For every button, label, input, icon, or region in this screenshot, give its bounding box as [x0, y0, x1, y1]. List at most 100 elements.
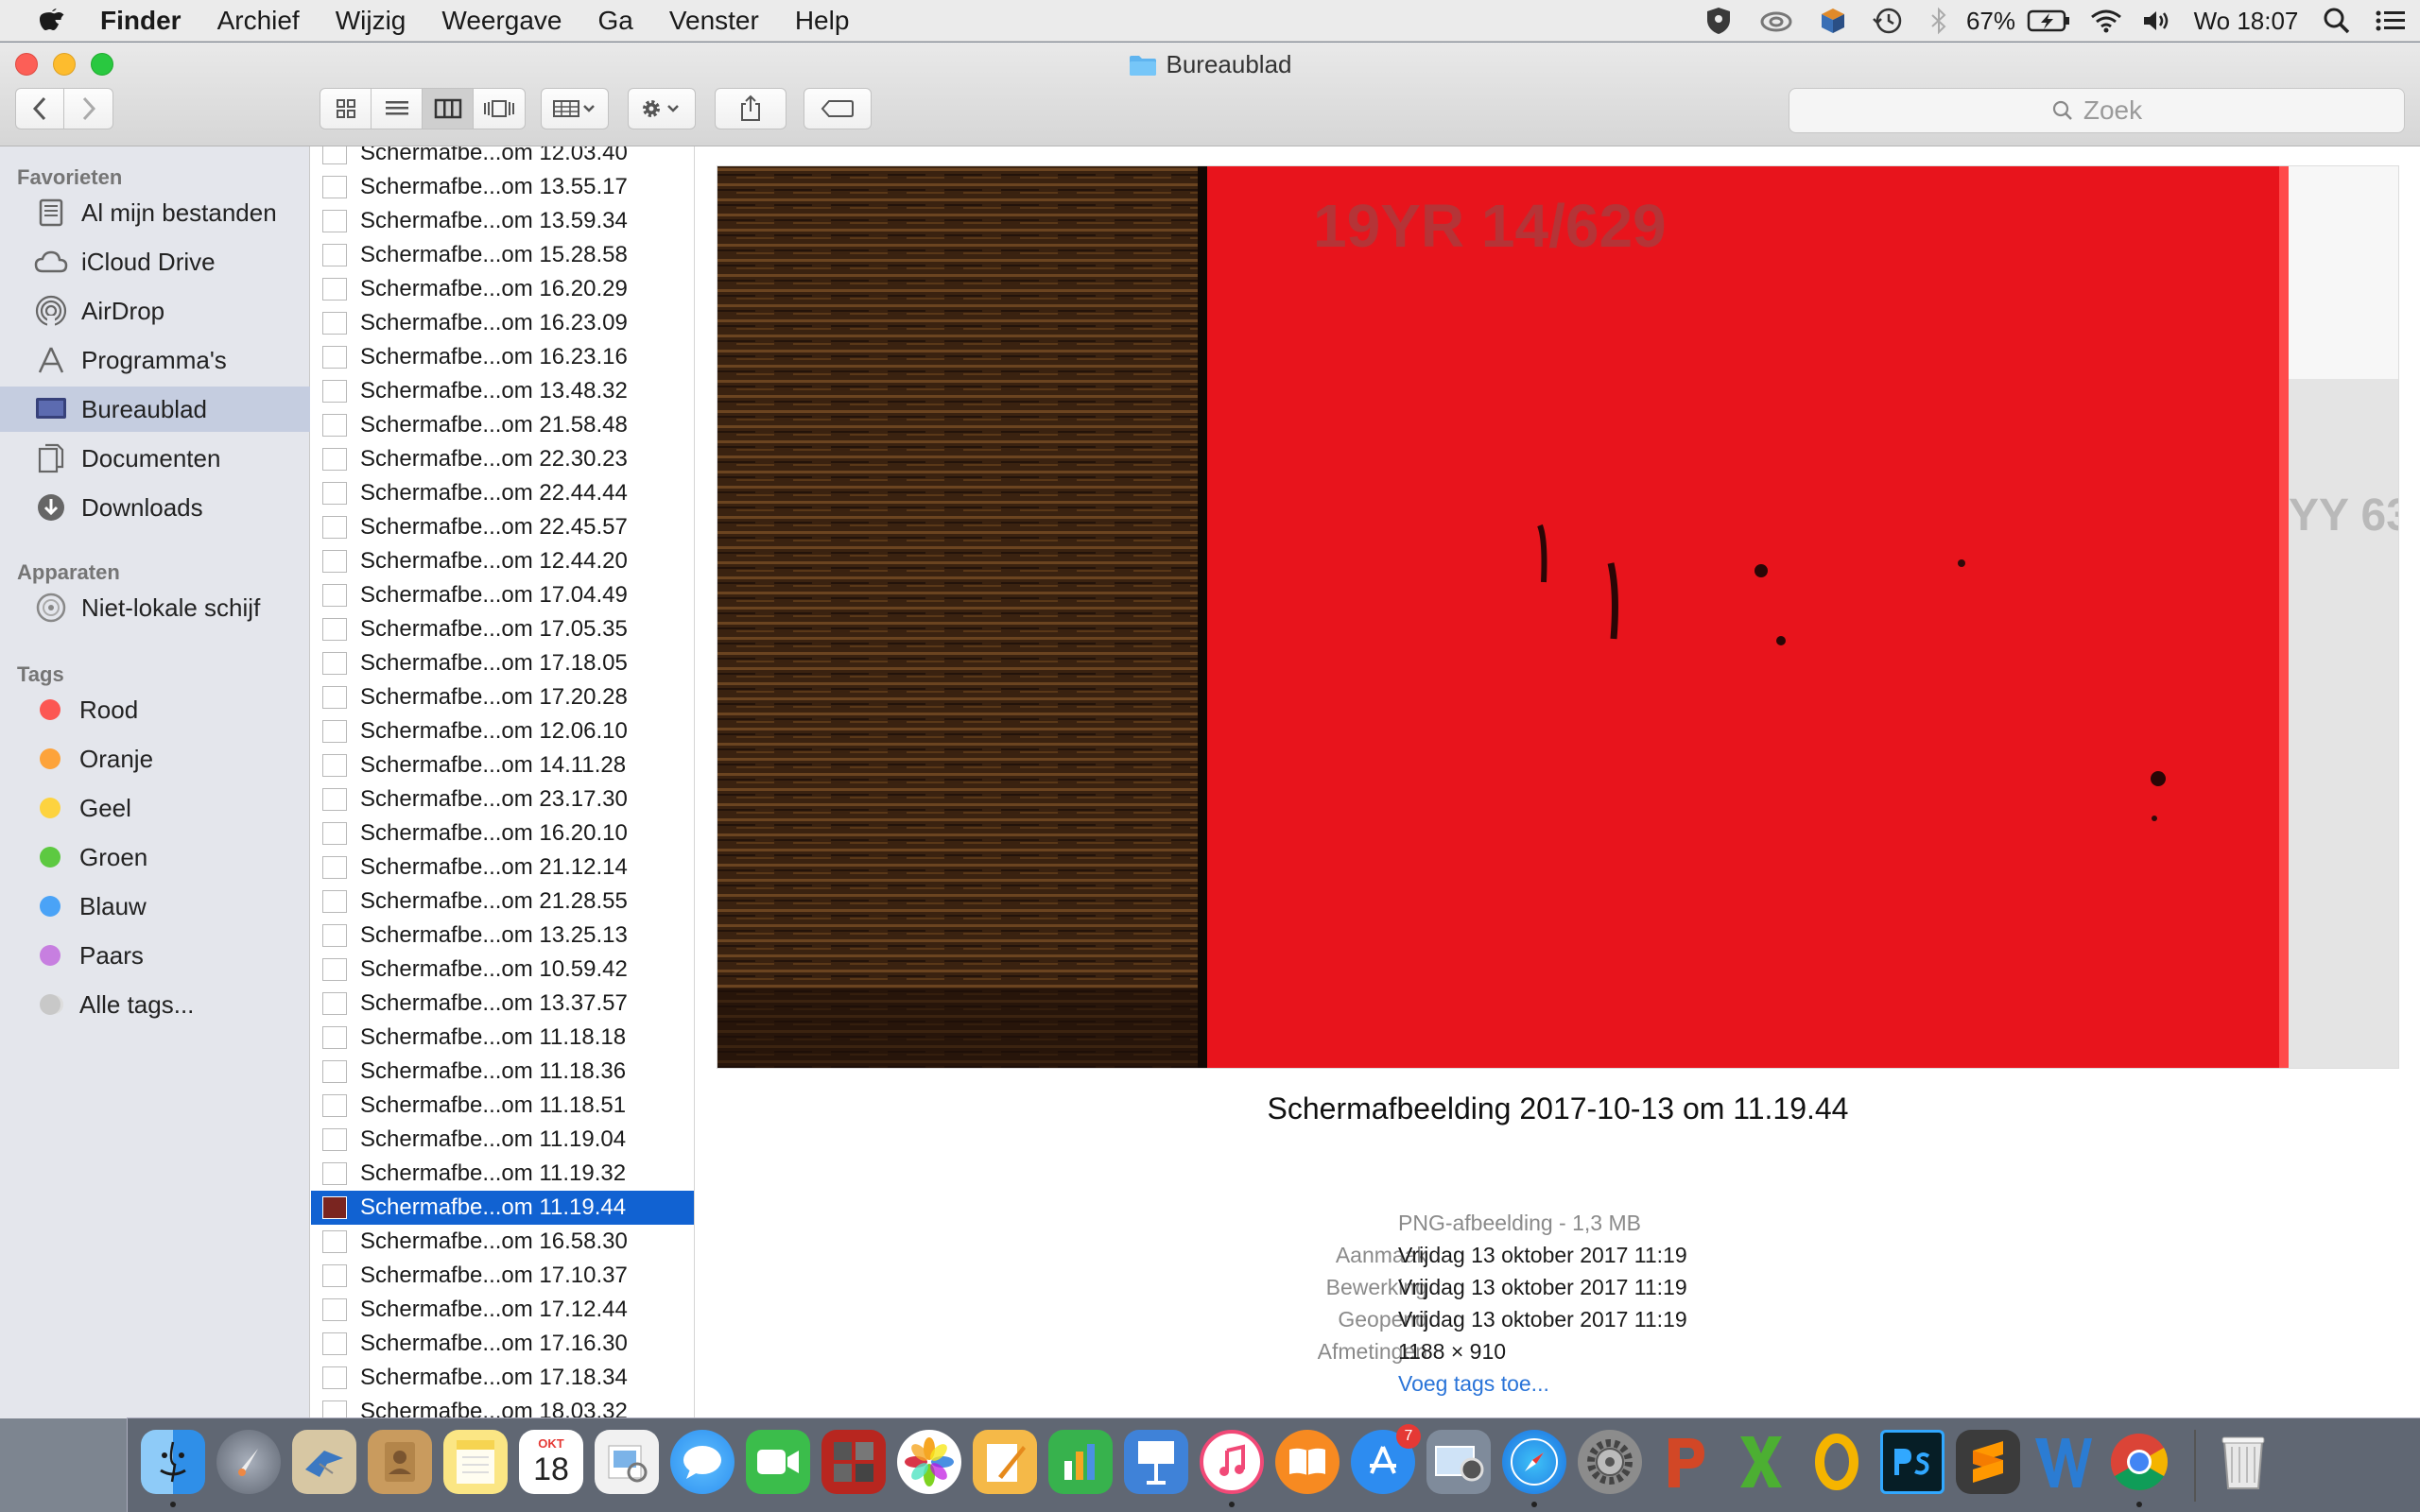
file-column[interactable]: Schermafbe...om 12.03.40 Schermafbe...om …	[311, 146, 695, 1418]
file-row[interactable]: Schermafbe...om 18.03.32	[311, 1395, 694, 1418]
file-row[interactable]: Schermafbe...om 16.20.29	[311, 272, 694, 306]
share-button[interactable]	[715, 88, 786, 129]
time-machine-icon[interactable]	[1860, 0, 1915, 42]
powerpoint-icon[interactable]	[1653, 1430, 1718, 1494]
forward-button[interactable]	[64, 89, 112, 129]
cube-app-icon[interactable]	[1806, 0, 1860, 42]
wifi-icon[interactable]	[2080, 0, 2133, 42]
coverflow-view-button[interactable]	[474, 89, 525, 129]
file-row[interactable]: Schermafbe...om 13.37.57	[311, 987, 694, 1021]
icon-view-button[interactable]	[320, 89, 372, 129]
contacts-icon[interactable]	[368, 1430, 432, 1494]
file-row[interactable]: Schermafbe...om 10.59.42	[311, 953, 694, 987]
photos-icon[interactable]	[897, 1430, 961, 1494]
menu-help[interactable]: Help	[795, 6, 850, 36]
sidebar-item-all-files[interactable]: Al mijn bestanden	[0, 190, 310, 235]
sublime-icon[interactable]	[1956, 1430, 2020, 1494]
volume-icon[interactable]	[2133, 0, 2180, 42]
menu-venster[interactable]: Venster	[669, 6, 759, 36]
sidebar-tag-green[interactable]: Groen	[0, 834, 310, 880]
sidebar-tag-red[interactable]: Rood	[0, 687, 310, 732]
launchpad-icon[interactable]	[216, 1430, 281, 1494]
file-row[interactable]: Schermafbe...om 12.44.20	[311, 544, 694, 578]
sidebar-item-applications[interactable]: Programma's	[0, 337, 310, 383]
add-tags-link[interactable]: Voeg tags toe...	[1398, 1371, 1549, 1397]
file-row[interactable]: Schermafbe...om 16.20.10	[311, 816, 694, 850]
shield-icon[interactable]	[1690, 0, 1747, 42]
file-row[interactable]: Schermafbe...om 17.04.49	[311, 578, 694, 612]
file-row[interactable]: Schermafbe...om 22.45.57	[311, 510, 694, 544]
notes-icon[interactable]	[443, 1430, 508, 1494]
file-row[interactable]: Schermafbe...om 11.18.51	[311, 1089, 694, 1123]
ibooks-icon[interactable]	[1275, 1430, 1340, 1494]
back-button[interactable]	[16, 89, 65, 129]
sidebar-item-icloud[interactable]: iCloud Drive	[0, 239, 310, 284]
menu-ga[interactable]: Ga	[598, 6, 633, 36]
calendar-icon[interactable]: OKT 18	[519, 1430, 583, 1494]
column-view-button[interactable]	[423, 89, 474, 129]
numbers-icon[interactable]	[1048, 1430, 1113, 1494]
search-field[interactable]: Zoek	[1789, 88, 2405, 133]
safari-icon[interactable]	[1502, 1430, 1566, 1494]
tags-button[interactable]	[804, 88, 872, 129]
menubar-clock[interactable]: Wo 18:07	[2180, 0, 2312, 42]
word-icon[interactable]	[2031, 1430, 2096, 1494]
file-row[interactable]: Schermafbe...om 17.10.37	[311, 1259, 694, 1293]
file-row[interactable]: Schermafbe...om 21.28.55	[311, 885, 694, 919]
file-row[interactable]: Schermafbe...om 17.16.30	[311, 1327, 694, 1361]
sidebar-item-remote-disc[interactable]: Niet-lokale schijf	[0, 585, 310, 630]
file-row[interactable]: Schermafbe...om 17.05.35	[311, 612, 694, 646]
action-button[interactable]	[628, 88, 696, 129]
facetime-icon[interactable]	[746, 1430, 810, 1494]
file-row[interactable]: Schermafbe...om 22.44.44	[311, 476, 694, 510]
file-row[interactable]: Schermafbe...om 16.23.09	[311, 306, 694, 340]
menu-weergave[interactable]: Weergave	[441, 6, 562, 36]
sidebar-item-documents[interactable]: Documenten	[0, 436, 310, 481]
trash-icon[interactable]	[2211, 1430, 2275, 1494]
excel-icon[interactable]	[1729, 1430, 1793, 1494]
image-capture-icon[interactable]	[1426, 1430, 1491, 1494]
arrange-button[interactable]	[541, 88, 609, 129]
outlook-icon[interactable]	[1805, 1430, 1869, 1494]
sidebar-tag-all[interactable]: Alle tags...	[0, 982, 310, 1027]
creative-cloud-icon[interactable]	[1747, 0, 1806, 42]
sidebar-tag-orange[interactable]: Oranje	[0, 736, 310, 782]
menu-app-name[interactable]: Finder	[100, 6, 182, 36]
messages-icon[interactable]	[670, 1430, 735, 1494]
bluetooth-icon[interactable]	[1915, 0, 1962, 42]
file-row[interactable]: Schermafbe...om 11.19.44	[311, 1191, 694, 1225]
file-row[interactable]: Schermafbe...om 17.12.44	[311, 1293, 694, 1327]
system-prefs-icon[interactable]	[1578, 1430, 1642, 1494]
sidebar-tag-purple[interactable]: Paars	[0, 933, 310, 978]
file-row[interactable]: Schermafbe...om 15.28.58	[311, 238, 694, 272]
spotlight-icon[interactable]	[2312, 0, 2361, 42]
file-row[interactable]: Schermafbe...om 13.55.17	[311, 170, 694, 204]
file-row[interactable]: Schermafbe...om 17.18.05	[311, 646, 694, 680]
sidebar-tag-yellow[interactable]: Geel	[0, 785, 310, 831]
file-row[interactable]: Schermafbe...om 11.19.32	[311, 1157, 694, 1191]
photoshop-icon[interactable]	[1880, 1430, 1945, 1494]
photobooth-icon[interactable]	[821, 1430, 886, 1494]
sidebar-item-desktop[interactable]: Bureaublad	[0, 387, 310, 432]
file-row[interactable]: Schermafbe...om 14.11.28	[311, 748, 694, 782]
file-row[interactable]: Schermafbe...om 22.30.23	[311, 442, 694, 476]
file-row[interactable]: Schermafbe...om 17.18.34	[311, 1361, 694, 1395]
menu-wijzig[interactable]: Wijzig	[336, 6, 406, 36]
sidebar-item-airdrop[interactable]: AirDrop	[0, 288, 310, 334]
file-row[interactable]: Schermafbe...om 11.18.18	[311, 1021, 694, 1055]
chrome-icon[interactable]	[2107, 1430, 2171, 1494]
menu-archief[interactable]: Archief	[217, 6, 300, 36]
file-row[interactable]: Schermafbe...om 13.59.34	[311, 204, 694, 238]
file-row[interactable]: Schermafbe...om 12.06.10	[311, 714, 694, 748]
file-row[interactable]: Schermafbe...om 16.23.16	[311, 340, 694, 374]
file-row[interactable]: Schermafbe...om 11.19.04	[311, 1123, 694, 1157]
mail-bird-icon[interactable]	[292, 1430, 356, 1494]
sidebar-item-downloads[interactable]: Downloads	[0, 485, 310, 530]
file-row[interactable]: Schermafbe...om 13.48.32	[311, 374, 694, 408]
preview-icon[interactable]	[595, 1430, 659, 1494]
file-row[interactable]: Schermafbe...om 13.25.13	[311, 919, 694, 953]
keynote-icon[interactable]	[1124, 1430, 1188, 1494]
file-row[interactable]: Schermafbe...om 21.12.14	[311, 850, 694, 885]
sidebar-tag-blue[interactable]: Blauw	[0, 884, 310, 929]
itunes-icon[interactable]	[1200, 1430, 1264, 1494]
